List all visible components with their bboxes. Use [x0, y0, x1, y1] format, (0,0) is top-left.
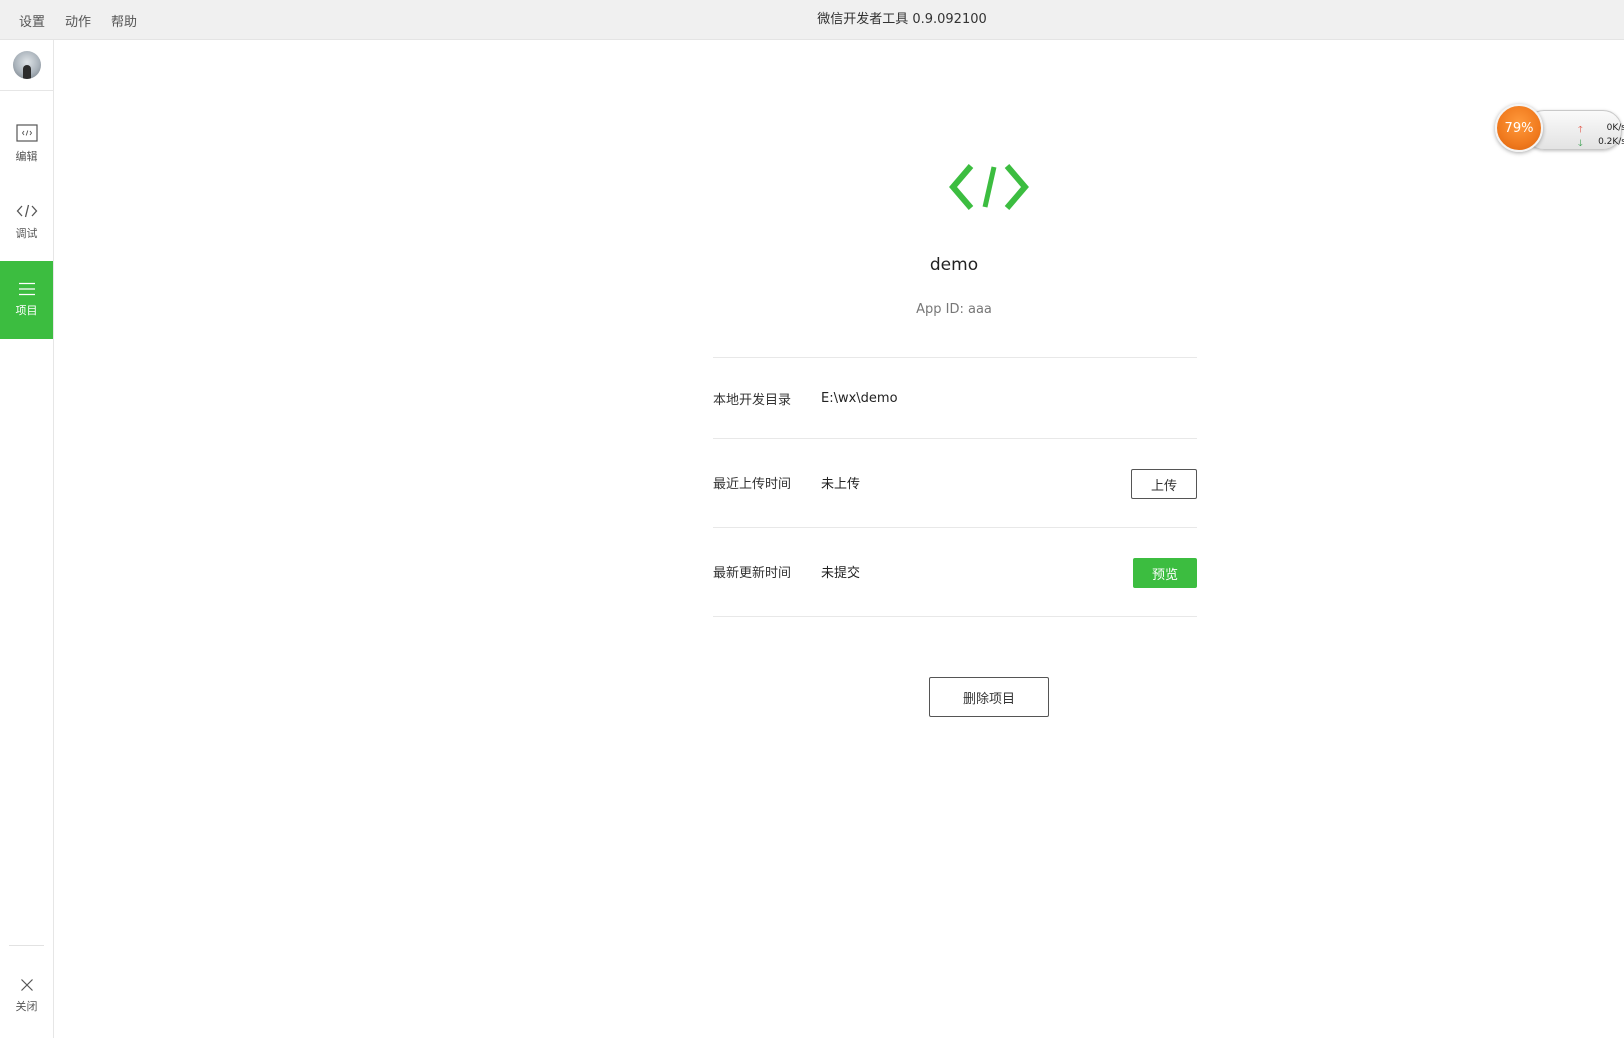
sidebar-item-project[interactable]: 项目: [0, 261, 53, 339]
directory-value: E:\wx\demo: [821, 390, 898, 406]
window-title-text: 微信开发者工具 0.9.092100: [817, 12, 987, 27]
directory-label: 本地开发目录: [713, 392, 792, 408]
info-row-directory: 本地开发目录 E:\wx\demo: [713, 357, 1197, 438]
network-speed-widget[interactable]: 🡑 🡓 0K/s 0.2K/s + 79%: [1495, 104, 1624, 152]
sidebar-item-edit[interactable]: 编辑: [0, 105, 53, 183]
avatar-container: [0, 40, 53, 91]
app-id: App ID: aaa: [916, 302, 992, 317]
project-name: demo: [929, 255, 979, 275]
menu-icon: [18, 282, 35, 296]
menu-help[interactable]: 帮助: [111, 11, 137, 30]
upload-speed: 0K/s: [1606, 123, 1624, 133]
window-title: 微信开发者工具 0.9.092100: [0, 0, 1624, 40]
sidebar-item-label: 项目: [15, 304, 38, 317]
delete-project-button[interactable]: 删除项目: [929, 677, 1049, 717]
menu-settings[interactable]: 设置: [19, 11, 45, 30]
update-time-label: 最新更新时间: [713, 566, 792, 581]
download-arrow-icon: 🡓: [1578, 139, 1583, 149]
menu-bar: 设置 动作 帮助: [19, 0, 157, 40]
code-icon: [16, 204, 37, 218]
close-icon: [20, 979, 33, 991]
usage-ball[interactable]: 79%: [1495, 104, 1543, 152]
upload-button[interactable]: 上传: [1131, 469, 1197, 499]
sidebar-item-label: 编辑: [15, 150, 38, 163]
sidebar-divider: [9, 945, 44, 946]
preview-button[interactable]: 预览: [1133, 558, 1197, 588]
sidebar-item-label: 调试: [15, 227, 38, 240]
usage-percent: 79%: [1504, 120, 1534, 136]
project-info: 本地开发目录 E:\wx\demo 最近上传时间 未上传 上传 最新更新时间 未…: [713, 357, 1197, 617]
project-panel: demo App ID: aaa 本地开发目录 E:\wx\demo 最近上传时…: [54, 40, 1624, 1038]
close-label: 关闭: [15, 1000, 38, 1013]
sidebar-item-debug[interactable]: 调试: [0, 183, 53, 261]
info-row-upload: 最近上传时间 未上传 上传: [713, 438, 1197, 527]
upload-time-label: 最近上传时间: [713, 477, 792, 492]
sidebar: 编辑 调试 项目 关闭: [0, 40, 54, 1038]
avatar[interactable]: [12, 51, 41, 79]
download-speed: 0.2K/s: [1598, 137, 1624, 147]
editor-icon: [15, 124, 38, 142]
title-bar: 设置 动作 帮助 微信开发者工具 0.9.092100: [0, 0, 1624, 40]
menu-actions[interactable]: 动作: [65, 11, 91, 30]
info-row-update: 最新更新时间 未提交 预览: [713, 527, 1197, 617]
code-logo-icon: [949, 164, 1029, 210]
close-button[interactable]: 关闭: [0, 978, 53, 1028]
